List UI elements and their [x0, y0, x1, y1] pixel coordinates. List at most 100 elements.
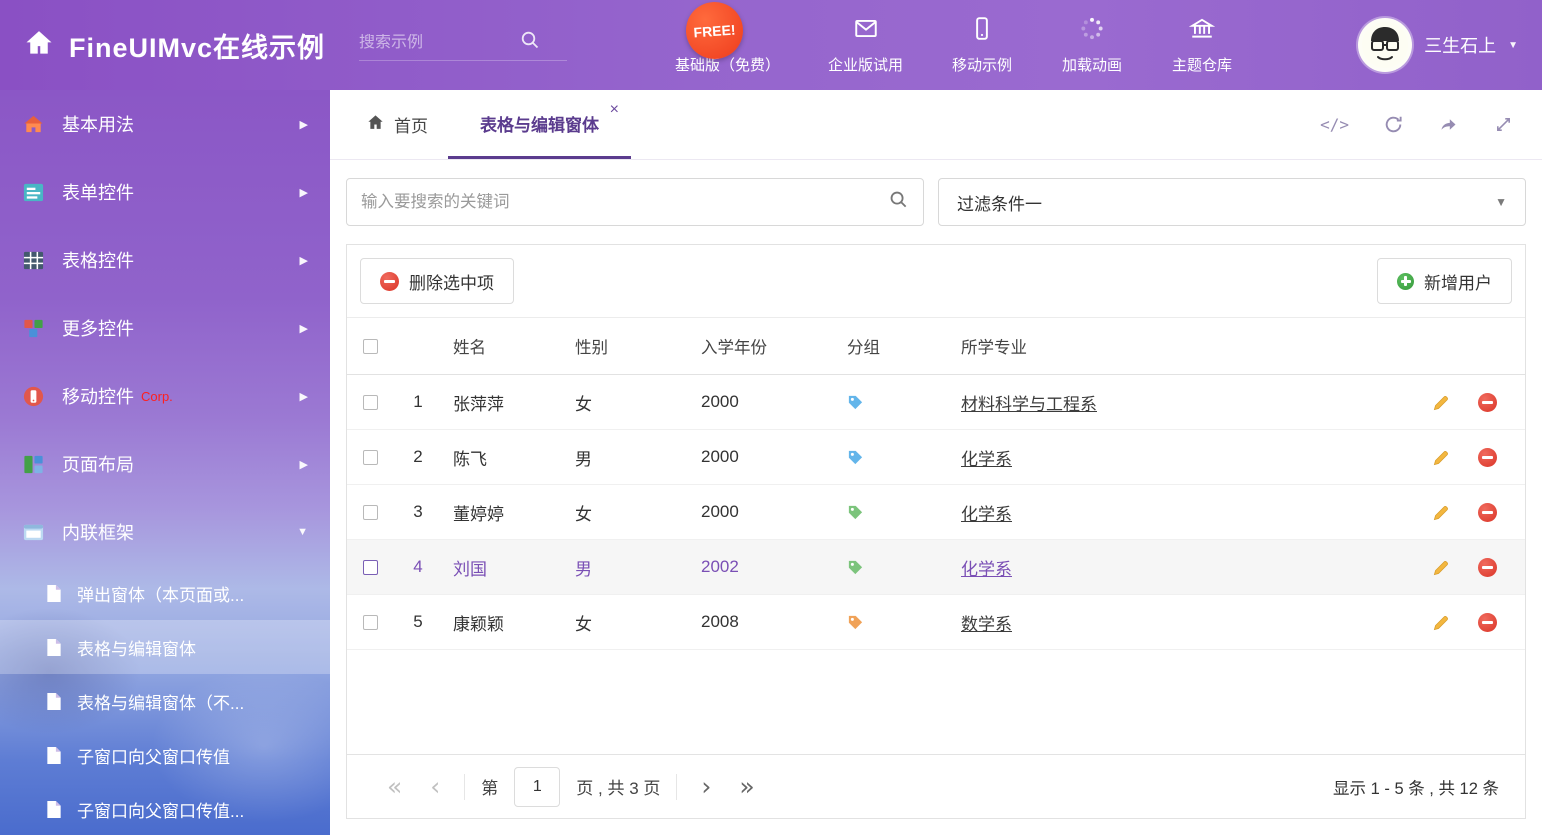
chevron-down-icon: ▼	[297, 526, 308, 538]
sidebar-item-inline-frame[interactable]: 内联框架 ▼	[0, 498, 330, 566]
row-checkbox[interactable]	[363, 560, 378, 575]
filter-dropdown-value: 过滤条件一	[957, 190, 1042, 215]
edit-icon[interactable]	[1432, 448, 1451, 467]
main-content: 首页 表格与编辑窗体 × </>	[330, 90, 1542, 835]
next-page-button[interactable]: ›	[687, 774, 725, 799]
header-search	[359, 29, 567, 61]
sidebar-subitem-grid-edit-window-2[interactable]: 表格与编辑窗体（不...	[0, 674, 330, 728]
plus-circle-icon	[1397, 273, 1414, 290]
sidebar-subitem-child-to-parent[interactable]: 子窗口向父窗口传值	[0, 728, 330, 782]
add-user-button[interactable]: 新增用户	[1377, 258, 1512, 304]
sidebar-item-label: 移动控件	[62, 383, 134, 409]
filter-row: 过滤条件一 ▼	[330, 160, 1542, 238]
header-nav: 基础版（免费） 企业版试用 移动示例	[675, 15, 1233, 75]
last-page-button[interactable]: »	[725, 774, 768, 799]
nav-item-loading-animation[interactable]: 加载动画	[1061, 15, 1123, 75]
row-checkbox[interactable]	[363, 505, 378, 520]
prev-page-button[interactable]: ‹	[416, 774, 454, 799]
keyword-search-input[interactable]	[361, 193, 888, 212]
major-link[interactable]: 数学系	[961, 615, 1012, 634]
mobile-icon	[969, 15, 995, 47]
expand-icon[interactable]	[1493, 114, 1514, 135]
sidebar-item-label: 更多控件	[62, 315, 134, 341]
file-icon	[46, 746, 62, 765]
tab-grid-edit-window[interactable]: 表格与编辑窗体 ×	[448, 90, 631, 159]
tag-icon	[837, 449, 951, 466]
cell-name: 刘国	[443, 555, 565, 580]
tag-icon	[837, 504, 951, 521]
code-icon[interactable]: </>	[1320, 115, 1349, 134]
file-icon	[46, 800, 62, 819]
chevron-right-icon: ▶	[300, 254, 308, 267]
select-all-checkbox[interactable]	[363, 339, 378, 354]
major-link[interactable]: 化学系	[961, 505, 1012, 524]
cell-year: 2000	[691, 502, 837, 522]
sidebar-item-basic-usage[interactable]: 基本用法 ▶	[0, 90, 330, 158]
home-icon	[24, 28, 54, 63]
sidebar-item-more-controls[interactable]: 更多控件 ▶	[0, 294, 330, 362]
delete-icon[interactable]	[1478, 448, 1497, 467]
sidebar-subitem-popup-window[interactable]: 弹出窗体（本页面或...	[0, 566, 330, 620]
row-number: 5	[393, 612, 443, 632]
sidebar-subitem-label: 子窗口向父窗口传值	[77, 743, 230, 768]
table-icon	[22, 249, 45, 272]
close-icon[interactable]: ×	[610, 102, 619, 118]
avatar	[1358, 18, 1412, 72]
sidebar-submenu: 弹出窗体（本页面或... 表格与编辑窗体 表格与编辑窗体（不... 子窗口向父窗…	[0, 566, 330, 835]
sidebar-item-label: 基本用法	[62, 111, 134, 137]
delete-icon[interactable]	[1478, 558, 1497, 577]
row-checkbox[interactable]	[363, 450, 378, 465]
col-major: 所学专业	[951, 334, 1385, 358]
delete-selected-button[interactable]: 删除选中项	[360, 258, 514, 304]
filter-dropdown[interactable]: 过滤条件一 ▼	[938, 178, 1526, 226]
major-link[interactable]: 化学系	[961, 560, 1012, 579]
caret-down-icon: ▼	[1495, 195, 1507, 209]
spinner-icon	[1079, 15, 1105, 47]
search-icon[interactable]	[888, 189, 909, 215]
delete-icon[interactable]	[1478, 393, 1497, 412]
nav-item-theme-store[interactable]: 主题仓库	[1171, 15, 1233, 75]
delete-icon[interactable]	[1478, 613, 1497, 632]
bank-icon	[1189, 15, 1215, 47]
sidebar-subitem-grid-edit-window[interactable]: 表格与编辑窗体	[0, 620, 330, 674]
grid-toolbar: 删除选中项 新增用户	[347, 245, 1525, 317]
tab-home[interactable]: 首页	[346, 90, 448, 159]
edit-icon[interactable]	[1432, 503, 1451, 522]
nav-item-mobile-demo[interactable]: 移动示例	[951, 15, 1013, 75]
table-empty-space	[347, 650, 1525, 754]
cell-gender: 男	[565, 445, 691, 470]
tab-label: 表格与编辑窗体	[480, 111, 599, 136]
share-icon[interactable]	[1438, 114, 1459, 135]
sidebar-item-page-layout[interactable]: 页面布局 ▶	[0, 430, 330, 498]
sidebar-item-grid-controls[interactable]: 表格控件 ▶	[0, 226, 330, 294]
sidebar-subitem-label: 表格与编辑窗体	[77, 635, 196, 660]
row-checkbox[interactable]	[363, 395, 378, 410]
app-header: FineUIMvc在线示例 FREE! 基础版（免费）	[0, 0, 1542, 90]
refresh-icon[interactable]	[1383, 114, 1404, 135]
tabbar-tools: </>	[1320, 90, 1526, 159]
tab-label: 首页	[394, 112, 428, 137]
row-checkbox[interactable]	[363, 615, 378, 630]
sidebar-item-mobile-controls[interactable]: 移动控件 Corp. ▶	[0, 362, 330, 430]
delete-icon[interactable]	[1478, 503, 1497, 522]
nav-item-enterprise-trial[interactable]: 企业版试用	[828, 15, 903, 75]
major-link[interactable]: 材料科学与工程系	[961, 395, 1097, 414]
sidebar-item-form-controls[interactable]: 表单控件 ▶	[0, 158, 330, 226]
page-number-input[interactable]	[514, 767, 560, 807]
edit-icon[interactable]	[1432, 393, 1451, 412]
user-menu[interactable]: 三生石上 ▼	[1358, 18, 1518, 72]
sidebar-subitem-child-to-parent-2[interactable]: 子窗口向父窗口传值...	[0, 782, 330, 835]
pagination-bar: « ‹ 第 页 , 共 3 页 › » 显示 1 - 5 条 , 共 12 条	[347, 754, 1525, 818]
record-summary: 显示 1 - 5 条 , 共 12 条	[1333, 775, 1499, 799]
major-link[interactable]: 化学系	[961, 450, 1012, 469]
edit-icon[interactable]	[1432, 558, 1451, 577]
first-page-button[interactable]: «	[373, 774, 416, 799]
search-icon[interactable]	[519, 29, 541, 56]
frame-icon	[22, 521, 45, 544]
add-button-label: 新增用户	[1424, 269, 1492, 294]
cell-year: 2008	[691, 612, 837, 632]
edit-icon[interactable]	[1432, 613, 1451, 632]
table-row-selected: 4 刘国 男 2002 化学系	[347, 540, 1525, 595]
col-gender: 性别	[565, 334, 691, 358]
header-search-input[interactable]	[359, 34, 519, 52]
